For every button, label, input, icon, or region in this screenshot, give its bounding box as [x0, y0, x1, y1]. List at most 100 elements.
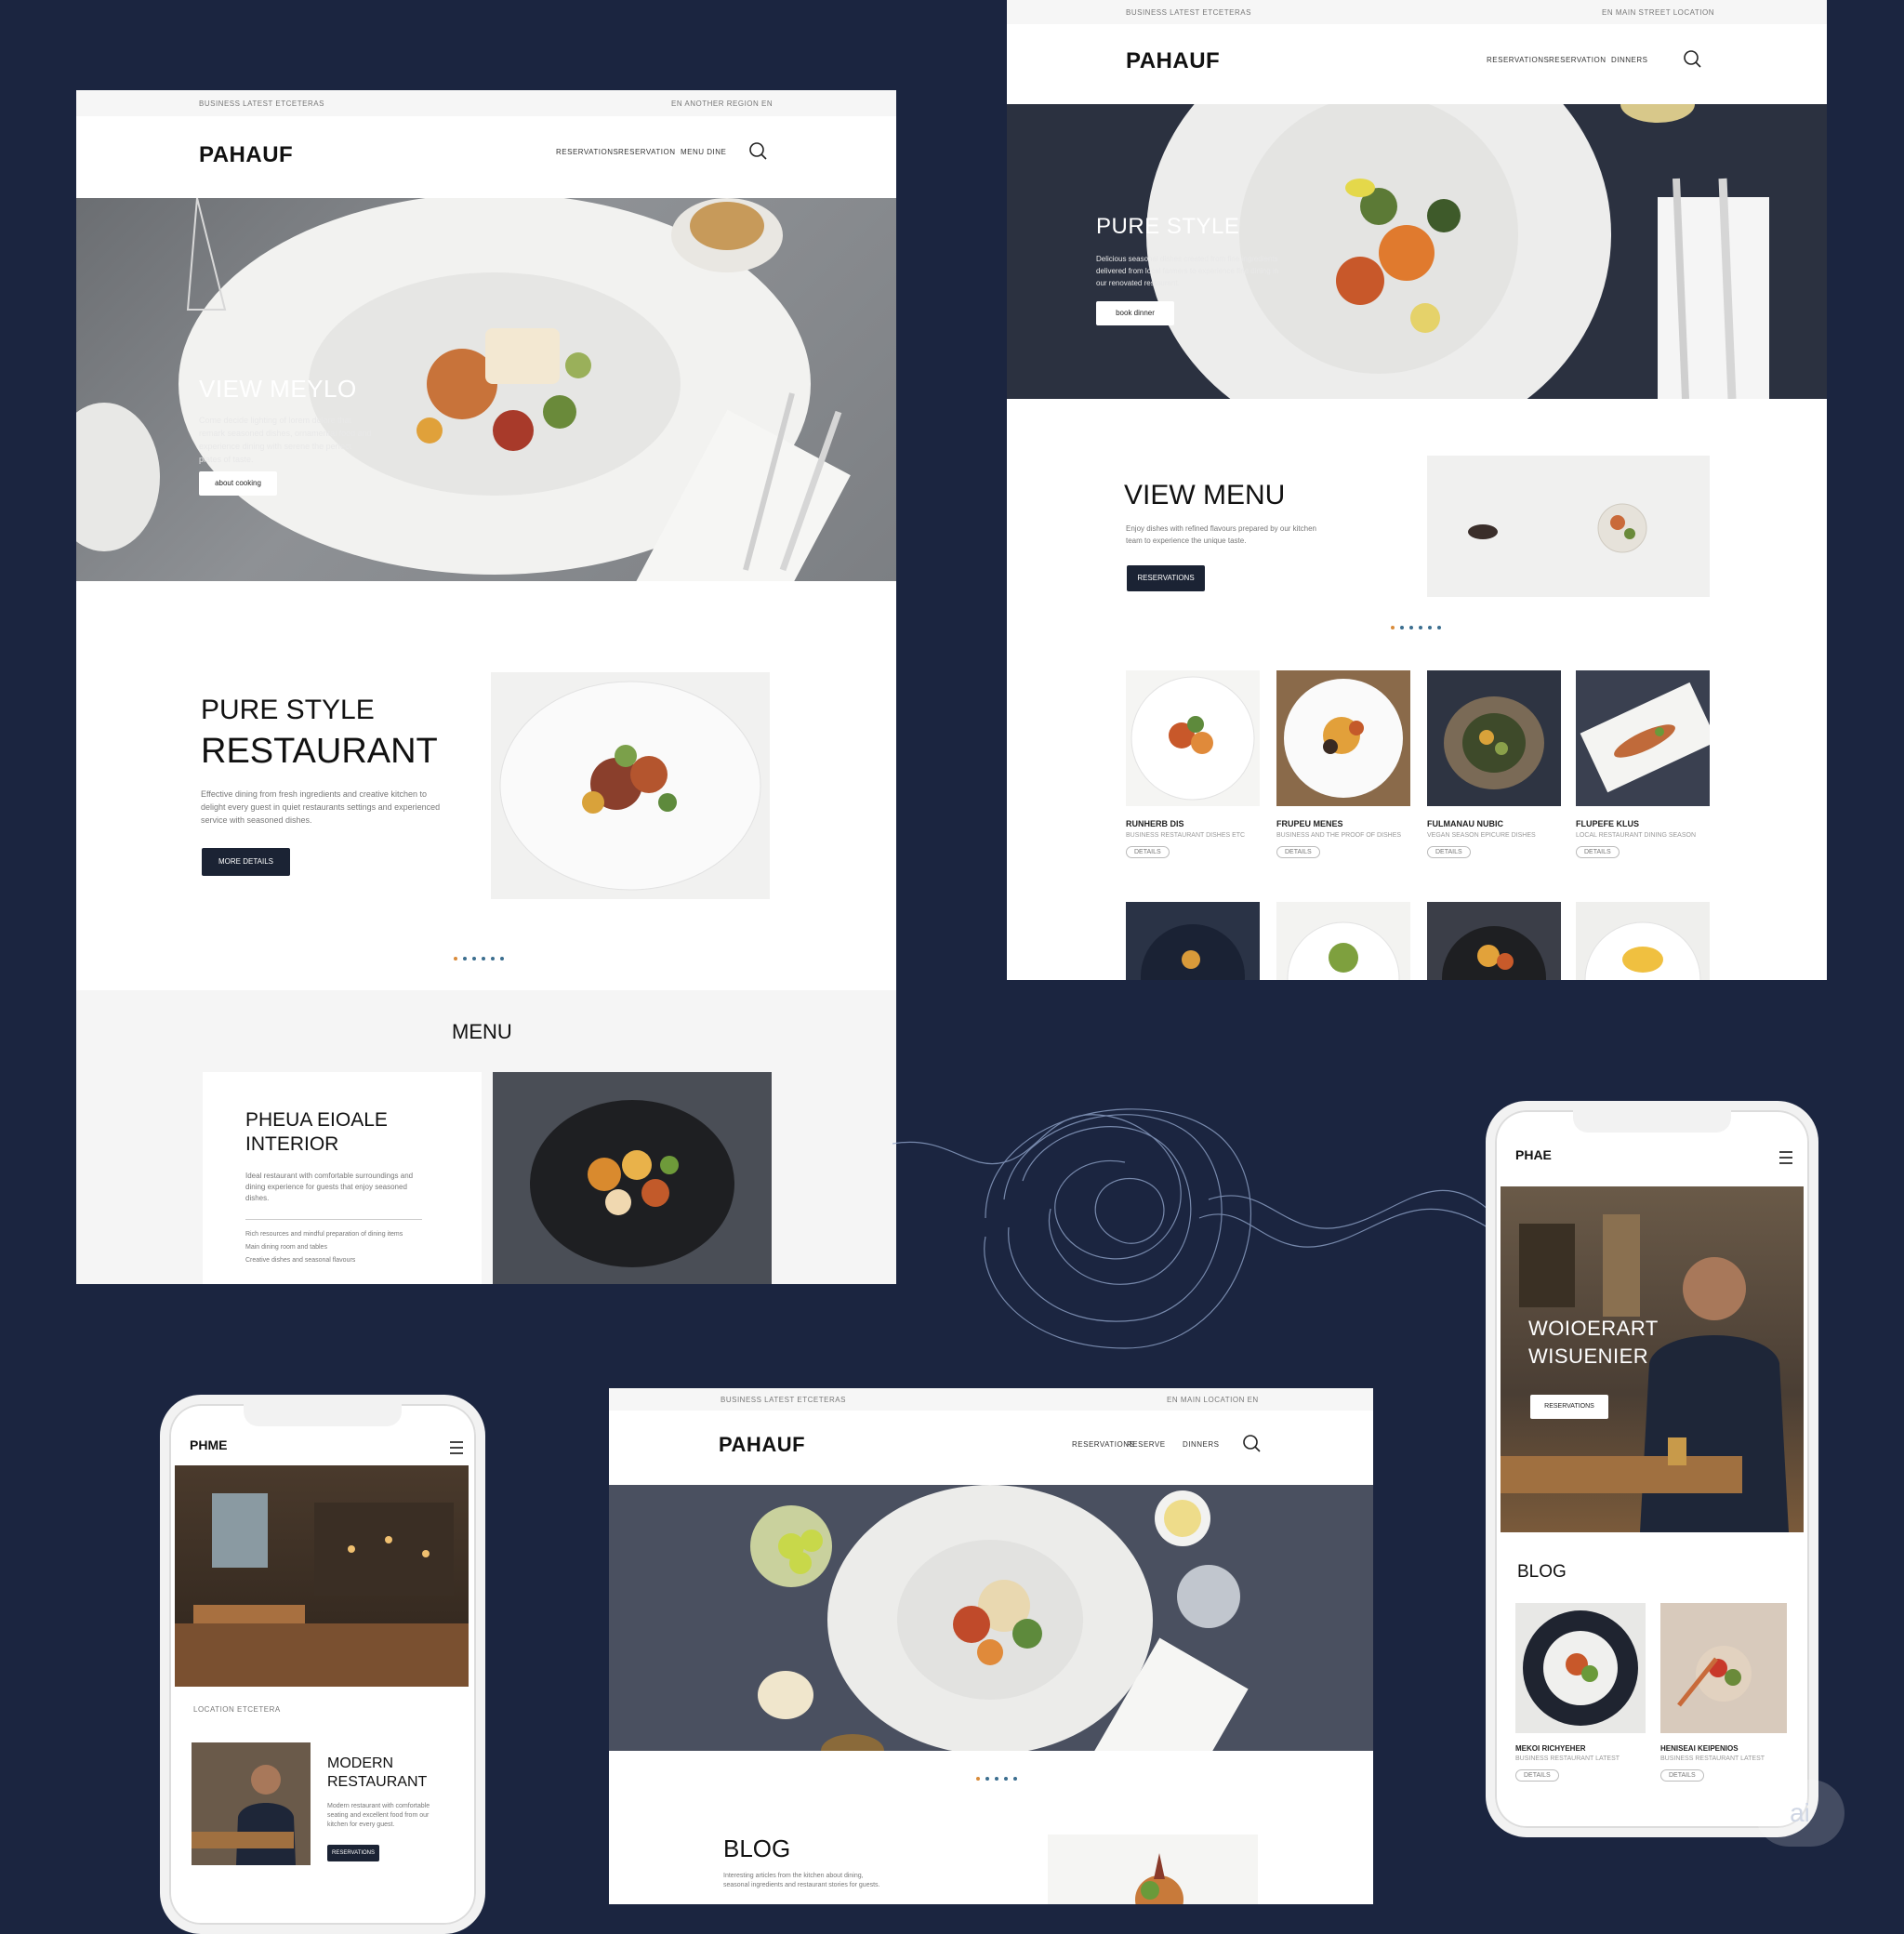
- desktop-mockup-menu: BUSINESS LATEST ETCETERAS EN MAIN STREET…: [1007, 0, 1827, 980]
- main-nav: PAHAUF RESERVATIONS RESERVE DINNERS: [609, 1411, 1373, 1485]
- blog-post-button[interactable]: DETAILS: [1515, 1769, 1559, 1782]
- dish-name: FRUPEU MENES: [1276, 819, 1343, 828]
- menu-section: MENU PHEUA EIOALE INTERIOR Ideal restaur…: [76, 990, 896, 1284]
- dish-image: [1427, 670, 1561, 806]
- nav-link-3[interactable]: DINNERS: [1183, 1440, 1220, 1449]
- search-icon[interactable]: [1241, 1433, 1262, 1453]
- phone-logo[interactable]: PHAE: [1515, 1147, 1552, 1162]
- dish-image-row2-4: [1576, 902, 1710, 980]
- desktop-mockup-blog: BUSINESS LATEST ETCETERAS EN MAIN LOCATI…: [609, 1388, 1373, 1904]
- utility-bar-right[interactable]: EN MAIN STREET LOCATION: [1602, 8, 1714, 17]
- chef-thumbnail: [192, 1742, 311, 1865]
- hero-image: VIEW MEYLO Come decide lighting of lorem…: [76, 198, 896, 581]
- feature-button[interactable]: RESERVATIONS: [327, 1845, 379, 1861]
- intro-button[interactable]: MORE DETAILS: [202, 848, 290, 876]
- hero-dish-illustration: [750, 1485, 1249, 1751]
- nav-link-1[interactable]: RESERVATIONS: [556, 148, 618, 156]
- nav-link-2[interactable]: RESERVATION: [618, 148, 676, 156]
- intro-dish-image: [491, 672, 770, 899]
- search-icon[interactable]: [1682, 48, 1702, 69]
- intro-title-line2: RESTAURANT: [201, 732, 438, 771]
- feature-divider: [245, 1219, 422, 1220]
- search-icon[interactable]: [747, 140, 768, 161]
- dish-description: BUSINESS AND THE PROOF OF DISHES: [1276, 832, 1402, 839]
- dish-name: RUNHERB DIS: [1126, 819, 1184, 828]
- nav-link-1[interactable]: RESERVATIONS: [1487, 56, 1549, 64]
- hero-title: VIEW MEYLO: [199, 375, 357, 403]
- blog-post-button[interactable]: DETAILS: [1660, 1769, 1704, 1782]
- menu-heading: MENU: [452, 1020, 512, 1043]
- hero-button[interactable]: RESERVATIONS: [1530, 1395, 1608, 1419]
- hero-title-line2: WISUENIER: [1528, 1345, 1649, 1368]
- carousel-dots[interactable]: [454, 957, 504, 960]
- dish-image-row2-3: [1427, 902, 1561, 980]
- dish-card-4[interactable]: FLUPEFE KLUS LOCAL RESTAURANT DINING SEA…: [1576, 670, 1710, 858]
- phone-logo[interactable]: PHME: [190, 1437, 227, 1452]
- blog-post-image: [1515, 1603, 1646, 1733]
- feature-description: Modern restaurant with comfortable seati…: [327, 1803, 430, 1828]
- feature-description: Ideal restaurant with comfortable surrou…: [245, 1172, 414, 1202]
- dish-card-1[interactable]: RUNHERB DIS BUSINESS RESTAURANT DISHES E…: [1126, 670, 1260, 858]
- blog-post-title: HENISEAI KEIPENIOS: [1660, 1744, 1739, 1753]
- decorative-contour-lines: [892, 1108, 1488, 1349]
- blog-dish-illustration: [1135, 1853, 1183, 1904]
- dish-card-3[interactable]: FULMANAU NUBIC VEGAN SEASON EPICURE DISH…: [1427, 670, 1561, 858]
- view-menu-button[interactable]: RESERVATIONS: [1127, 565, 1205, 591]
- feature-dish-image: [493, 1072, 772, 1284]
- dish-card-2[interactable]: FRUPEU MENES BUSINESS AND THE PROOF OF D…: [1276, 670, 1410, 858]
- dish-details-button[interactable]: DETAILS: [1427, 846, 1471, 858]
- hero-description: Come decide lighting of lorem dolore tha…: [199, 416, 372, 464]
- utility-bar: BUSINESS LATEST ETCETERAS EN MAIN LOCATI…: [609, 1388, 1373, 1411]
- feature-title-line2: INTERIOR: [245, 1133, 339, 1155]
- utility-bar-right[interactable]: EN MAIN LOCATION EN: [1167, 1396, 1259, 1404]
- desktop-mockup-home: BUSINESS LATEST ETCETERAS EN ANOTHER REG…: [76, 90, 896, 1284]
- main-nav: PAHAUF RESERVATIONS RESERVATION DINNERS: [1007, 24, 1827, 104]
- nav-link-2[interactable]: RESERVE: [1127, 1440, 1166, 1449]
- chef-thumbnail-illustration: [192, 1765, 296, 1865]
- view-menu-description: Enjoy dishes with refined flavours prepa…: [1126, 524, 1316, 545]
- intro-description: Effective dining from fresh ingredients …: [201, 789, 441, 825]
- hero-button[interactable]: about cooking: [199, 471, 277, 496]
- hero-description: Delicious seasonal dishes created from f…: [1096, 255, 1279, 287]
- utility-bar-left: BUSINESS LATEST ETCETERAS: [1126, 8, 1251, 17]
- site-logo[interactable]: PAHAUF: [199, 142, 293, 168]
- feature-bullet-2: Main dining room and tables: [245, 1244, 327, 1251]
- menu-hamburger-icon[interactable]: [1779, 1151, 1792, 1164]
- site-logo[interactable]: PAHAUF: [719, 1433, 805, 1457]
- utility-bar-left: BUSINESS LATEST ETCETERAS: [199, 99, 324, 108]
- dish-image: [1126, 670, 1260, 806]
- utility-bar-right[interactable]: EN ANOTHER REGION EN: [671, 99, 773, 108]
- feature-bullet-3: Creative dishes and seasonal flavours: [245, 1257, 356, 1264]
- feature-title-line1: MODERN: [327, 1755, 394, 1771]
- hero-image: [609, 1485, 1373, 1751]
- dish-image: [1576, 670, 1710, 806]
- nav-link-3[interactable]: MENU DINE: [681, 148, 726, 156]
- dish-name: FLUPEFE KLUS: [1576, 819, 1640, 828]
- phone-mockup-left: PHME LOCATION ETCETERA MODERN RESTAURANT…: [160, 1395, 485, 1934]
- feature-bullet-1: Rich resources and mindful preparation o…: [245, 1231, 403, 1238]
- phone-notch: [1573, 1110, 1731, 1133]
- location-caption: LOCATION ETCETERA: [193, 1705, 281, 1714]
- feature-title-line2: RESTAURANT: [327, 1774, 428, 1790]
- dish-details-button[interactable]: DETAILS: [1576, 846, 1620, 858]
- menu-hamburger-icon[interactable]: [450, 1441, 463, 1454]
- nav-link-2[interactable]: RESERVATION: [1549, 56, 1606, 64]
- dish-image-row2-2: [1276, 902, 1410, 980]
- nav-link-1[interactable]: RESERVATIONS: [1072, 1440, 1134, 1449]
- dish-details-button[interactable]: DETAILS: [1276, 846, 1320, 858]
- blog-post-title: MEKOI RICHYEHER: [1515, 1744, 1586, 1753]
- carousel-dots[interactable]: [1391, 626, 1441, 629]
- blog-post-desc: BUSINESS RESTAURANT LATEST: [1515, 1755, 1620, 1762]
- hero-button[interactable]: book dinner: [1096, 301, 1174, 325]
- phone-notch: [244, 1404, 402, 1426]
- carousel-dots[interactable]: [976, 1777, 1017, 1781]
- dish-details-button[interactable]: DETAILS: [1126, 846, 1170, 858]
- dish-description: LOCAL RESTAURANT DINING SEASON: [1576, 832, 1697, 839]
- blog-post-2[interactable]: HENISEAI KEIPENIOS BUSINESS RESTAURANT L…: [1660, 1603, 1787, 1782]
- interior-illustration: [175, 1493, 469, 1687]
- blog-post-1[interactable]: MEKOI RICHYEHER BUSINESS RESTAURANT LATE…: [1515, 1603, 1646, 1782]
- site-logo[interactable]: PAHAUF: [1126, 48, 1220, 74]
- nav-link-3[interactable]: DINNERS: [1611, 56, 1648, 64]
- interior-image: [175, 1465, 469, 1687]
- chef-hero-image: WOIOERART WISUENIER RESERVATIONS: [1501, 1186, 1804, 1532]
